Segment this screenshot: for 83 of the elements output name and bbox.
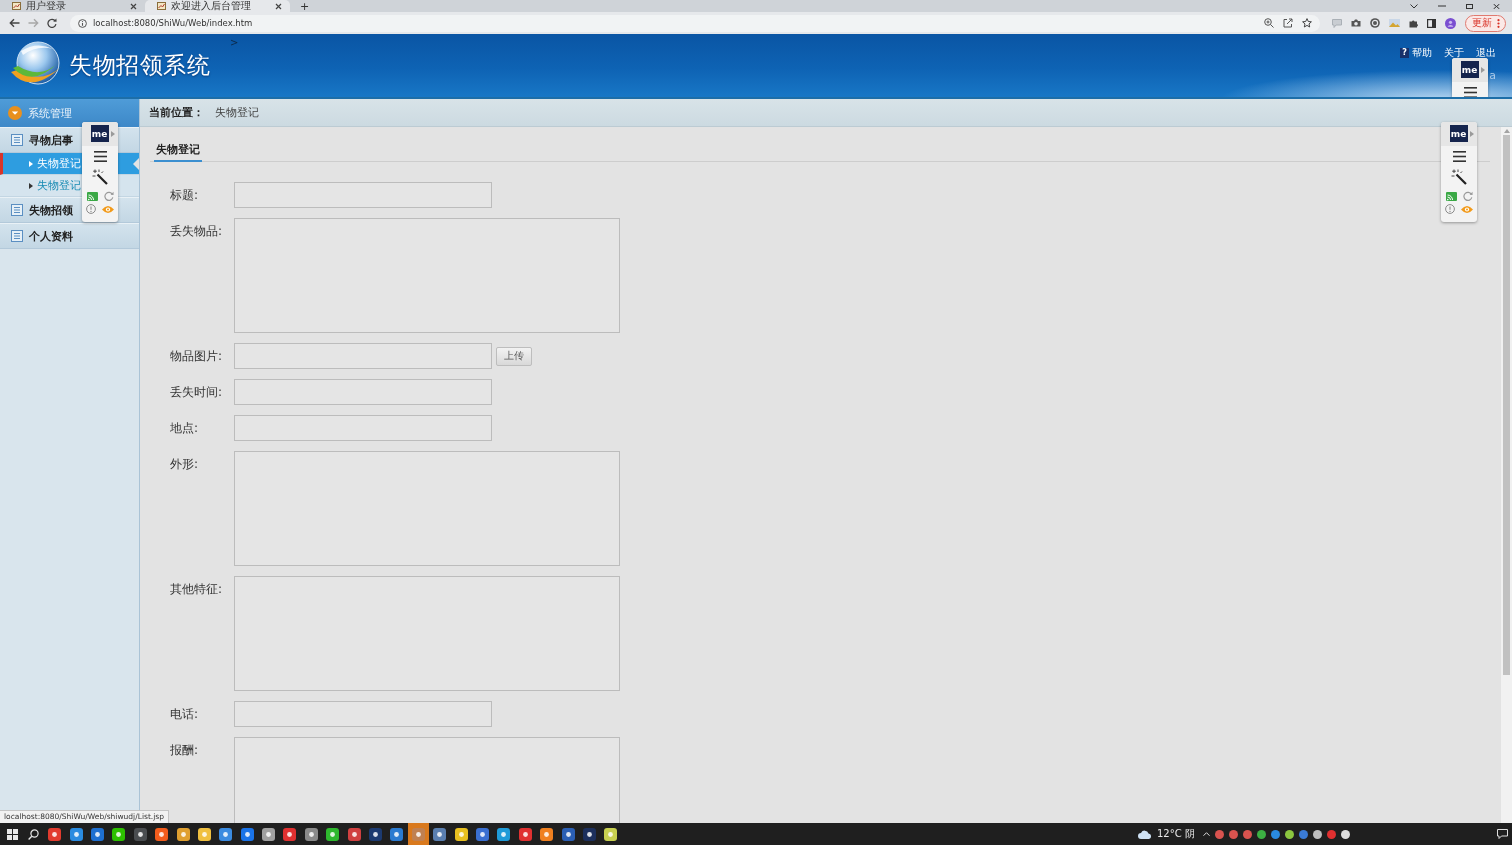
- header-link[interactable]: 退出: [1476, 46, 1496, 60]
- info-icon[interactable]: [78, 18, 87, 28]
- field-label: 其他特征:: [170, 581, 224, 598]
- triangle-icon: [29, 182, 33, 189]
- input-field[interactable]: [234, 701, 492, 727]
- star-icon[interactable]: [1302, 18, 1312, 28]
- page-icon: [12, 2, 21, 10]
- close-icon[interactable]: [275, 2, 282, 10]
- chevron-circle-icon: [8, 106, 22, 120]
- alert-circle-icon[interactable]: [86, 204, 96, 214]
- new-tab-button[interactable]: +: [294, 0, 316, 12]
- input-field[interactable]: [234, 379, 492, 405]
- chevron-down-icon[interactable]: [1410, 3, 1418, 9]
- user-name-text: a: [1489, 69, 1496, 82]
- reload-icon[interactable]: [47, 18, 57, 28]
- side-panel-icon[interactable]: [1427, 18, 1436, 28]
- close-icon[interactable]: [130, 2, 137, 10]
- circle-icon[interactable]: [1370, 18, 1380, 28]
- restore-icon[interactable]: [1466, 3, 1473, 9]
- triangle-icon: [29, 160, 33, 167]
- cast-icon[interactable]: [1445, 191, 1457, 201]
- zoom-icon[interactable]: [1264, 18, 1274, 28]
- field-label: 外形:: [170, 456, 200, 473]
- field-label: 丢失时间:: [170, 384, 224, 401]
- menu-icon[interactable]: [1452, 151, 1466, 162]
- extension-badge[interactable]: me: [1460, 61, 1479, 78]
- share-icon[interactable]: [1283, 18, 1293, 28]
- header-link[interactable]: 关于: [1444, 46, 1464, 60]
- update-button[interactable]: 更新: [1465, 14, 1506, 32]
- list-icon: [11, 230, 23, 242]
- system-title: 失物招领系统: [69, 51, 210, 80]
- weather-text[interactable]: 12°C 阴: [1157, 827, 1195, 841]
- browser-tab[interactable]: 欢迎进入后台管理: [145, 0, 290, 12]
- cloud-icon[interactable]: [1138, 829, 1152, 839]
- input-field[interactable]: [234, 415, 492, 441]
- triangle-icon: [1469, 130, 1474, 137]
- field-label: 报酬:: [170, 742, 200, 759]
- url-text: localhost:8080/ShiWu/Web/index.htm: [93, 18, 253, 28]
- page-icon: [157, 2, 166, 10]
- magic-wand-icon[interactable]: [1451, 169, 1467, 185]
- camera-icon[interactable]: [1351, 19, 1361, 27]
- puzzle-icon[interactable]: [1409, 18, 1418, 28]
- header-link[interactable]: ? 帮助: [1400, 46, 1432, 60]
- sidebar-group[interactable]: 个人资料: [0, 223, 139, 249]
- help-icon: ?: [1400, 48, 1409, 58]
- alert-circle-icon[interactable]: [1445, 204, 1455, 214]
- extension-badge[interactable]: me: [1449, 125, 1468, 142]
- input-field[interactable]: [234, 343, 492, 369]
- field-label: 地点:: [170, 420, 200, 437]
- upload-button[interactable]: 上传: [496, 346, 532, 366]
- scrollbar[interactable]: [1500, 127, 1512, 823]
- field-label: 电话:: [170, 706, 200, 723]
- form-tab[interactable]: 失物登记: [154, 140, 202, 162]
- triangle-icon: [1480, 66, 1485, 73]
- breadcrumb-label: 当前位置：: [149, 105, 204, 120]
- menu-icon[interactable]: [93, 151, 107, 162]
- list-icon: [11, 204, 23, 216]
- search-icon: [28, 828, 39, 840]
- taskbar-button[interactable]: [407, 823, 430, 845]
- header-marker: >: [230, 37, 239, 48]
- address-field[interactable]: localhost:8080/ShiWu/Web/index.htm: [70, 14, 1320, 32]
- field-label: 标题:: [170, 187, 200, 204]
- breadcrumb-text: 失物登记: [215, 105, 259, 120]
- field-label: 物品图片:: [170, 348, 224, 365]
- magic-wand-icon[interactable]: [92, 169, 108, 185]
- extension-badge[interactable]: me: [90, 125, 109, 142]
- caret-up-icon[interactable]: [1202, 832, 1210, 836]
- more-icon: [1497, 18, 1500, 28]
- refresh-icon[interactable]: [103, 191, 114, 201]
- four-squares-icon: [7, 828, 18, 840]
- back-arrow-icon[interactable]: [9, 18, 20, 28]
- refresh-icon[interactable]: [1462, 191, 1473, 201]
- input-field[interactable]: [234, 182, 492, 208]
- field-label: 丢失物品:: [170, 223, 224, 240]
- browser-tab[interactable]: 用户登录: [0, 0, 145, 12]
- cast-icon[interactable]: [86, 191, 98, 201]
- triangle-icon: [110, 130, 115, 137]
- scrollbar-thumb[interactable]: [1503, 135, 1510, 675]
- list-icon: [11, 134, 23, 146]
- chat-bubble-icon[interactable]: [1497, 829, 1508, 839]
- menu-icon[interactable]: [1463, 87, 1477, 97]
- avatar-icon[interactable]: [1445, 17, 1456, 29]
- close-icon[interactable]: [1493, 3, 1500, 9]
